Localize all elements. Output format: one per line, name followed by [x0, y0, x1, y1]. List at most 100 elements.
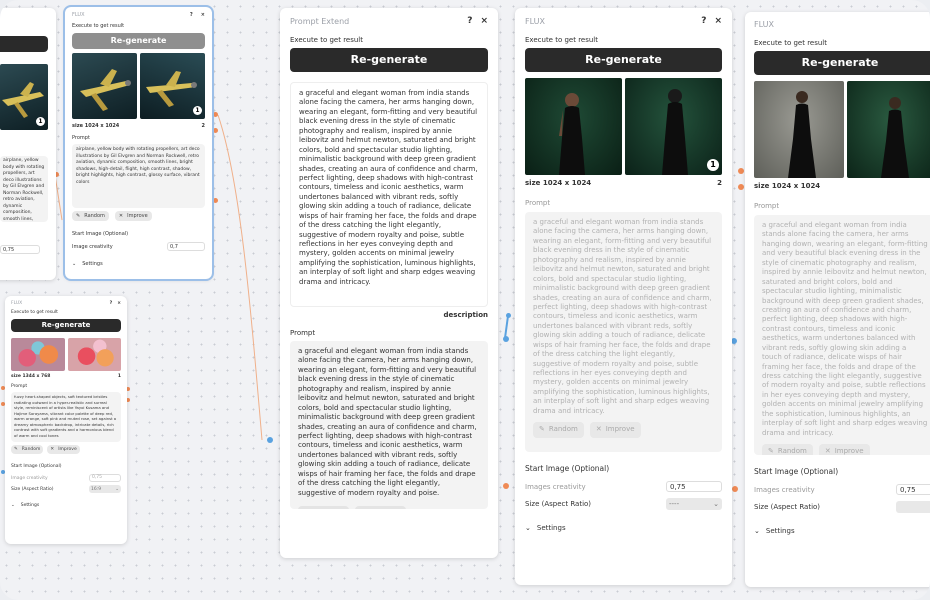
node-header: FLUX — [754, 20, 930, 29]
improve-label: Improve — [127, 213, 148, 219]
close-icon[interactable]: × — [201, 12, 205, 18]
prompt-textarea[interactable]: fuzzy heart-shaped objects, soft texture… — [11, 392, 121, 442]
generated-image[interactable] — [72, 53, 137, 119]
random-button[interactable]: ✎Random — [72, 211, 109, 221]
dice-icon: ✎ — [76, 213, 81, 219]
image-count-badge[interactable]: 1 — [193, 106, 202, 115]
settings-toggle[interactable]: ⌄ Settings — [754, 527, 930, 535]
prompt-label: Prompt — [11, 384, 28, 389]
improve-button[interactable]: ✕Improve — [114, 211, 152, 221]
creativity-row: Image creativity 0,7 — [72, 242, 205, 251]
size-aspect-row: Size (Aspect Ratio) 16:9 ⌄ — [11, 485, 121, 493]
flux-node-woman-right[interactable]: FLUX Execute to get result Re-generate s… — [745, 12, 930, 587]
help-icon[interactable]: ? — [701, 16, 706, 26]
extended-prompt-text: a graceful and elegant woman from india … — [299, 89, 478, 286]
start-image-label: Start Image (Optional) — [754, 467, 839, 476]
prompt-label: Prompt — [72, 135, 90, 141]
settings-label: Settings — [536, 524, 566, 532]
prompt-text: a graceful and elegant woman from india … — [533, 218, 712, 415]
random-button[interactable]: ✎Random — [762, 444, 813, 455]
prompt-label: Prompt — [525, 199, 551, 207]
prompt-label: Prompt — [290, 329, 316, 337]
image-count-badge[interactable]: 1 — [36, 117, 45, 126]
help-icon[interactable]: ? — [110, 301, 113, 306]
generated-image[interactable] — [846, 81, 930, 178]
regenerate-button[interactable]: Re-generate — [72, 33, 205, 49]
help-icon[interactable]: ? — [190, 12, 193, 18]
connector-dot[interactable] — [506, 313, 511, 318]
flux-node-balloons[interactable]: FLUX ? × Execute to get result Re-generat… — [5, 296, 127, 544]
size-aspect-select[interactable] — [896, 501, 930, 513]
prompt-textarea[interactable]: a graceful and elegant woman from india … — [525, 212, 722, 452]
regenerate-button[interactable]: Re-generate — [754, 51, 930, 75]
settings-toggle[interactable]: ⌄ Settings — [11, 503, 121, 508]
settings-toggle[interactable]: ⌄ Settings — [525, 524, 722, 532]
node-title: Prompt Extend — [290, 16, 350, 26]
close-icon[interactable]: × — [480, 16, 488, 26]
size-aspect-row: Size (Aspect Ratio) — [754, 501, 930, 513]
regenerate-button[interactable]: Re-generate — [525, 48, 722, 72]
magic-wand-icon: ✕ — [50, 447, 55, 452]
prompt-extend-node[interactable]: Prompt Extend ? × Execute to get result R… — [280, 8, 498, 558]
improve-button[interactable]: ✕Improve — [47, 445, 80, 454]
prompt-textarea[interactable]: airplane, yellow body with rotating prop… — [0, 156, 48, 222]
image-grid: 1 — [525, 78, 722, 175]
image-creativity-input[interactable]: 0,75 — [0, 245, 40, 254]
improve-button[interactable]: ✕Improve — [354, 506, 406, 509]
connector-dot[interactable] — [267, 437, 273, 443]
image-creativity-input[interactable]: 0,75 — [896, 484, 930, 495]
regenerate-button[interactable]: Re-generate — [11, 319, 121, 332]
dice-icon: ✎ — [14, 447, 18, 452]
improve-button[interactable]: ✕Improve — [818, 444, 870, 455]
image-creativity-input[interactable]: 0,75 — [666, 481, 722, 492]
generated-image[interactable] — [754, 81, 844, 178]
connector-dot[interactable] — [732, 486, 738, 492]
extended-prompt-output: a graceful and elegant woman from india … — [290, 82, 488, 307]
size-aspect-select[interactable]: 16:9 ⌄ — [89, 485, 121, 493]
generated-image[interactable]: 1 — [625, 78, 722, 175]
generated-image[interactable]: 1 — [0, 64, 48, 130]
random-label: Random — [548, 425, 578, 434]
connector-dot[interactable] — [738, 184, 744, 190]
node-canvas[interactable]: 1 airplane, yellow body with rotating pr… — [0, 0, 930, 600]
connector-dot[interactable] — [213, 128, 218, 133]
execute-label: Execute to get result — [290, 36, 363, 44]
help-icon[interactable]: ? — [467, 16, 472, 26]
prompt-text: fuzzy heart-shaped objects, soft texture… — [14, 394, 117, 438]
connector-dot[interactable] — [213, 198, 218, 203]
generated-image[interactable] — [11, 338, 65, 371]
connector-dot[interactable] — [738, 168, 744, 174]
connector-dot[interactable] — [503, 483, 509, 489]
prompt-textarea[interactable]: a graceful and elegant woman from india … — [754, 215, 930, 455]
regenerate-button[interactable]: Re-generate — [290, 48, 488, 72]
execute-label: Execute to get result — [72, 23, 125, 29]
description-output-label: description — [443, 311, 488, 319]
images-creativity-label: Images creativity — [754, 485, 815, 494]
close-icon[interactable]: × — [714, 16, 722, 26]
prompt-textarea[interactable]: a graceful and elegant woman from india … — [290, 341, 488, 509]
random-button[interactable]: ✎Random — [11, 445, 44, 454]
prompt-textarea[interactable]: airplane, yellow body with rotating prop… — [72, 144, 205, 208]
flux-node-airplane[interactable]: FLUX ? × Execute to get result Re-generat… — [63, 5, 214, 281]
image-grid — [11, 338, 121, 371]
random-button[interactable]: ✎Random — [533, 422, 584, 438]
flux-node-left-edge[interactable]: 1 airplane, yellow body with rotating pr… — [0, 8, 56, 280]
image-count-badge[interactable]: 1 — [707, 159, 719, 171]
regenerate-button[interactable] — [0, 36, 48, 52]
improve-button[interactable]: ✕Improve — [589, 422, 641, 438]
flux-node-woman[interactable]: FLUX ? × Execute to get result Re-generat… — [515, 8, 732, 585]
start-image-label: Start Image (Optional) — [72, 231, 129, 237]
close-icon[interactable]: × — [117, 301, 121, 306]
size-aspect-select[interactable]: ---- ⌄ — [666, 498, 722, 510]
connector-dot[interactable] — [213, 112, 218, 117]
random-button[interactable]: ✎Random — [298, 506, 349, 509]
generated-image[interactable]: 1 — [140, 53, 205, 119]
node-header: Prompt Extend ? × — [290, 16, 488, 26]
generated-image[interactable] — [67, 338, 121, 371]
image-creativity-input[interactable]: 0,75 — [89, 474, 121, 482]
settings-toggle[interactable]: ⌄ Settings — [72, 261, 205, 267]
image-creativity-input[interactable]: 0,7 — [167, 242, 205, 251]
generated-image[interactable] — [525, 78, 622, 175]
creativity-row: Images creativity 0,75 — [754, 484, 930, 495]
connector-dot[interactable] — [503, 336, 509, 342]
